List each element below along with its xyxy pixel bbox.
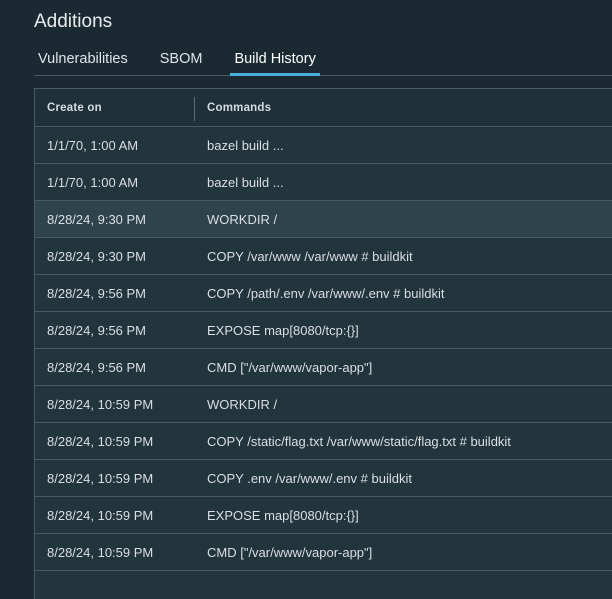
cell-created-on: 8/28/24, 9:56 PM bbox=[47, 359, 147, 375]
cell-created-on: 8/28/24, 9:30 PM bbox=[47, 248, 147, 264]
table-row[interactable]: 8/28/24, 10:59 PM COPY .env /var/www/.env… bbox=[35, 460, 612, 497]
cell-command: bazel build ... bbox=[207, 137, 284, 153]
cell-created-on: 8/28/24, 10:59 PM bbox=[47, 433, 154, 449]
cell-command: EXPOSE map[8080/tcp:{}] bbox=[207, 507, 359, 523]
cell-created-on: 8/28/24, 9:56 PM bbox=[47, 285, 147, 301]
cell-command: CMD ["/var/www/vapor-app"] bbox=[207, 359, 373, 375]
table-row[interactable]: 8/28/24, 9:56 PM EXPOSE map[8080/tcp:{}] bbox=[35, 312, 612, 349]
table-row[interactable]: 1/1/70, 1:00 AM bazel build ... bbox=[35, 164, 612, 201]
column-header-created[interactable]: Create on bbox=[35, 96, 195, 121]
table-row[interactable]: 8/28/24, 10:59 PM CMD ["/var/www/vapor-ap… bbox=[35, 534, 612, 571]
table-row[interactable]: 8/28/24, 9:56 PM COPY /path/.env /var/www… bbox=[35, 275, 612, 312]
column-header-commands[interactable]: Commands bbox=[195, 102, 612, 114]
cell-created-on: 8/28/24, 9:56 PM bbox=[47, 322, 147, 338]
cell-command: COPY /var/www /var/www # buildkit bbox=[207, 248, 413, 264]
cell-command: bazel build ... bbox=[207, 174, 284, 190]
cell-created-on: 8/28/24, 10:59 PM bbox=[47, 396, 154, 412]
cell-created-on: 8/28/24, 10:59 PM bbox=[47, 507, 154, 523]
table-row[interactable]: 8/28/24, 9:30 PM WORKDIR / bbox=[35, 201, 612, 238]
table-row[interactable]: 8/28/24, 10:59 PM COPY /static/flag.txt /… bbox=[35, 423, 612, 460]
table-row[interactable]: 8/28/24, 9:30 PM COPY /var/www /var/www #… bbox=[35, 238, 612, 275]
tab-bar: Vulnerabilities SBOM Build History bbox=[34, 44, 612, 76]
cell-command: WORKDIR / bbox=[207, 211, 278, 227]
tab-build-history[interactable]: Build History bbox=[230, 44, 321, 76]
table-row[interactable]: 8/28/24, 9:56 PM CMD ["/var/www/vapor-app… bbox=[35, 349, 612, 386]
section-title: Additions bbox=[34, 11, 113, 32]
cell-created-on: 8/28/24, 9:30 PM bbox=[47, 211, 147, 227]
additions-panel: Additions Vulnerabilities SBOM Build His… bbox=[0, 0, 612, 599]
tab-sbom[interactable]: SBOM bbox=[156, 44, 207, 75]
grid-header: Create on Commands bbox=[35, 89, 612, 127]
build-history-grid: Create on Commands 1/1/70, 1:00 AM bazel … bbox=[34, 88, 612, 599]
cell-command: CMD ["/var/www/vapor-app"] bbox=[207, 544, 373, 560]
cell-created-on: 1/1/70, 1:00 AM bbox=[47, 174, 139, 190]
grid-footer bbox=[35, 571, 612, 599]
cell-command: COPY /path/.env /var/www/.env # buildkit bbox=[207, 285, 445, 301]
grid-body: 1/1/70, 1:00 AM bazel build ... 1/1/70, 1:… bbox=[35, 127, 612, 571]
table-row[interactable]: 8/28/24, 10:59 PM WORKDIR / bbox=[35, 386, 612, 423]
cell-command: COPY /static/flag.txt /var/www/static/fl… bbox=[207, 433, 511, 449]
cell-command: WORKDIR / bbox=[207, 396, 278, 412]
table-row[interactable]: 1/1/70, 1:00 AM bazel build ... bbox=[35, 127, 612, 164]
table-row[interactable]: 8/28/24, 10:59 PM EXPOSE map[8080/tcp:{}] bbox=[35, 497, 612, 534]
cell-created-on: 8/28/24, 10:59 PM bbox=[47, 544, 154, 560]
cell-created-on: 1/1/70, 1:00 AM bbox=[47, 137, 139, 153]
cell-command: COPY .env /var/www/.env # buildkit bbox=[207, 470, 412, 486]
cell-created-on: 8/28/24, 10:59 PM bbox=[47, 470, 154, 486]
tab-vulnerabilities[interactable]: Vulnerabilities bbox=[34, 44, 132, 75]
cell-command: EXPOSE map[8080/tcp:{}] bbox=[207, 322, 359, 338]
